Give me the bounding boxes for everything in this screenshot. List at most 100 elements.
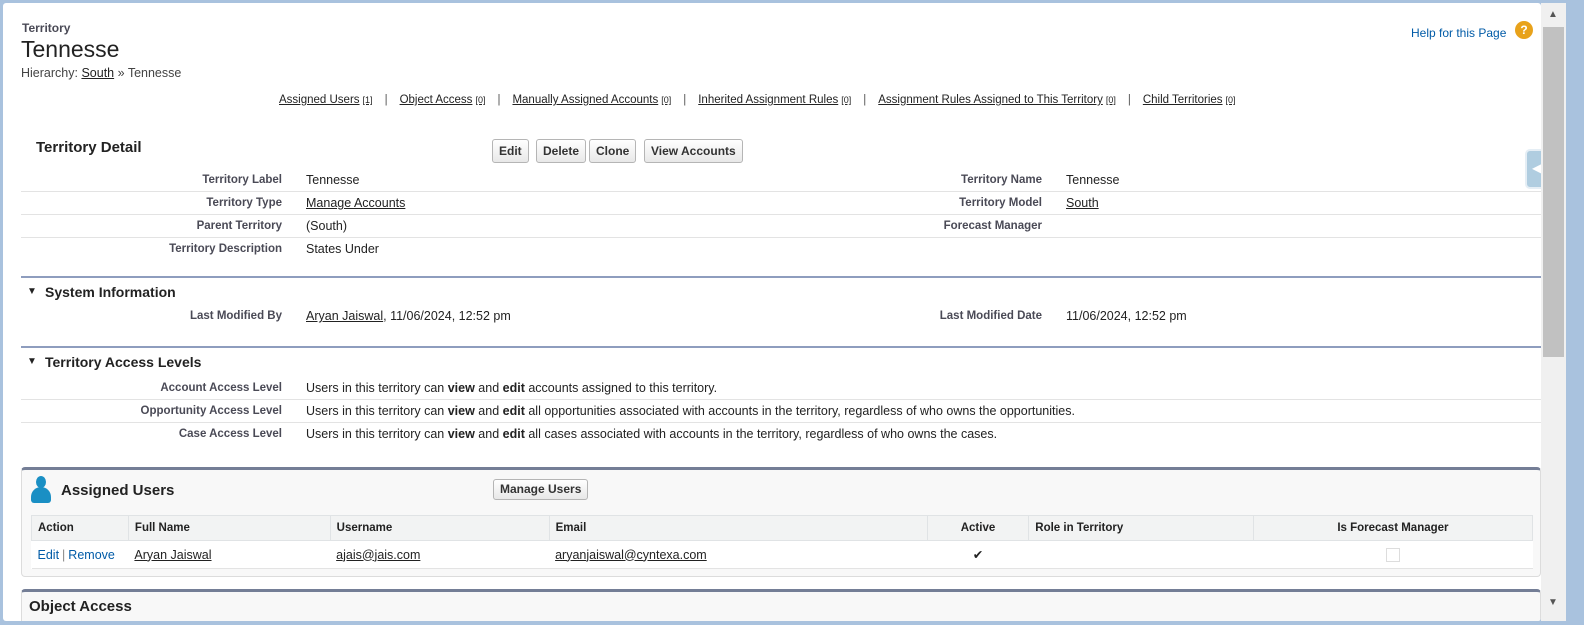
field-label: Last Modified Date (939, 310, 1042, 322)
email-cell: aryanjaiswal@cyntexa.com (549, 540, 928, 569)
manage-users-button[interactable]: Manage Users (493, 479, 589, 500)
field-label: Parent Territory (196, 220, 282, 232)
panel-title: Object Access (29, 598, 132, 615)
field-label: Account Access Level (160, 382, 282, 394)
text-segment: view (447, 381, 475, 395)
access-row: Case Access Level Users in this territory… (21, 423, 1541, 445)
field-label: Territory Description (169, 243, 282, 255)
hierarchy-parent-link[interactable]: South (81, 66, 114, 80)
territory-access-section[interactable]: ▼ Territory Access Levels (21, 346, 1541, 372)
last-modified-date: 11/06/2024, 12:52 pm (1066, 309, 1187, 323)
related-link-count: [0] (841, 95, 852, 105)
related-link-count: [0] (1105, 95, 1116, 105)
field-row: Territory Description States Under (21, 238, 1541, 260)
edit-button[interactable]: Edit (492, 139, 529, 163)
field-value[interactable]: Manage Accounts (306, 196, 405, 210)
username-cell: ajais@jais.com (330, 540, 550, 569)
field-value: Tennesse (306, 173, 360, 187)
field-value: Tennesse (1066, 173, 1120, 187)
field-value: States Under (306, 242, 379, 256)
field-value: Users in this territory can view and edi… (306, 381, 717, 395)
field-label: Opportunity Access Level (140, 405, 282, 417)
related-links: Assigned Users [1] | Object Access [0] | Manua… (279, 94, 1236, 106)
section-title: Territory Access Levels (45, 354, 202, 370)
related-link-label: Manually Assigned Accounts (512, 94, 659, 106)
separator: | (384, 94, 388, 106)
separator: | (863, 94, 867, 106)
collapse-triangle-icon[interactable]: ▼ (27, 356, 37, 367)
field-value: (South) (306, 219, 347, 233)
related-link[interactable]: Assignment Rules Assigned to This Territ… (878, 94, 1116, 106)
text-segment: all opportunities associated with accoun… (524, 404, 1075, 418)
system-information-section[interactable]: ▼ System Information (21, 276, 1541, 302)
text-segment: edit (502, 381, 525, 395)
active-checkmark-icon: ✔ (927, 540, 1029, 569)
text-segment: Users in this territory can (306, 427, 448, 441)
last-modified-user-link[interactable]: Aryan Jaiswal (306, 309, 383, 323)
view-accounts-button[interactable]: View Accounts (644, 139, 743, 163)
field-value: Users in this territory can view and edi… (306, 404, 1075, 418)
separator: | (62, 547, 66, 562)
username-link[interactable]: ajais@jais.com (336, 548, 420, 562)
collapse-triangle-icon[interactable]: ▼ (27, 286, 37, 297)
text-segment: and (474, 381, 503, 395)
assigned-users-table: Action Full Name Username Email Active Role i… (31, 515, 1534, 569)
assigned-users-panel: Assigned Users Manage Users Action Full N… (21, 467, 1541, 577)
user-icon (30, 476, 52, 504)
breadcrumb: Hierarchy: South » Tennesse (21, 66, 181, 80)
last-modified-by-date: , 11/06/2024, 12:52 pm (383, 309, 511, 323)
column-header: Active (926, 515, 1030, 541)
hierarchy-current: Tennesse (127, 66, 182, 80)
scroll-up-icon[interactable]: ▲ (1548, 9, 1558, 20)
forecast-manager-checkbox (1385, 547, 1400, 562)
related-link[interactable]: Assigned Users [1] (279, 94, 373, 106)
edit-link[interactable]: Edit (38, 548, 60, 562)
separator: | (1127, 94, 1131, 106)
text-segment: edit (502, 427, 525, 441)
text-segment: Users in this territory can (306, 381, 448, 395)
text-segment: view (447, 427, 475, 441)
scroll-down-icon[interactable]: ▼ (1548, 597, 1558, 608)
clone-button[interactable]: Clone (589, 139, 637, 163)
text-segment: all cases associated with accounts in th… (524, 427, 998, 441)
related-link-count: [0] (475, 95, 486, 105)
field-value[interactable]: South (1066, 196, 1099, 210)
related-link[interactable]: Child Territories [0] (1143, 94, 1236, 106)
field-label: Territory Name (961, 174, 1042, 186)
full_name-cell: Aryan Jaiswal (128, 540, 331, 569)
related-link-count: [1] (362, 95, 373, 105)
field-row: Last Modified By Aryan Jaiswal, 11/06/20… (21, 305, 1541, 327)
field-row: Territory Label Tennesse Territory Name Ten… (21, 169, 1541, 192)
field-value: Users in this territory can view and edi… (306, 427, 997, 441)
object-access-panel: Object Access (21, 589, 1541, 621)
field-label: Last Modified By (189, 310, 282, 322)
email-link[interactable]: aryanjaiswal@cyntexa.com (555, 548, 707, 562)
scrollbar-thumb[interactable] (1543, 27, 1564, 357)
sidebar-toggle-button[interactable]: ◀ (1525, 149, 1541, 189)
vertical-scrollbar[interactable]: ▲ ▼ (1541, 3, 1566, 621)
help-link[interactable]: Help for this Page (1411, 26, 1506, 40)
related-link[interactable]: Inherited Assignment Rules [0] (698, 94, 851, 106)
field-label: Territory Model (959, 197, 1042, 209)
delete-button[interactable]: Delete (536, 139, 587, 163)
related-link[interactable]: Object Access [0] (400, 94, 486, 106)
full_name-link[interactable]: Aryan Jaiswal (134, 548, 211, 562)
field-row: Parent Territory (South) Forecast Manager (21, 215, 1541, 238)
related-link-count: [0] (661, 95, 672, 105)
text-segment: Users in this territory can (306, 404, 448, 418)
separator: | (683, 94, 687, 106)
remove-link[interactable]: Remove (68, 548, 115, 562)
related-link-label: Assigned Users (279, 94, 360, 106)
action-cell: Edit | Remove (31, 540, 129, 569)
related-link[interactable]: Manually Assigned Accounts [0] (512, 94, 671, 106)
field-label: Territory Type (206, 197, 282, 209)
text-segment: edit (502, 404, 525, 418)
field-label: Case Access Level (178, 428, 282, 440)
field-label: Territory Label (202, 174, 282, 186)
column-header: Email (548, 515, 928, 541)
related-link-label: Inherited Assignment Rules (698, 94, 839, 106)
related-link-count: [0] (1225, 95, 1236, 105)
hierarchy-sep: » (117, 66, 125, 80)
help-icon[interactable]: ? (1515, 21, 1533, 39)
access-row: Account Access Level Users in this territ… (21, 377, 1541, 400)
